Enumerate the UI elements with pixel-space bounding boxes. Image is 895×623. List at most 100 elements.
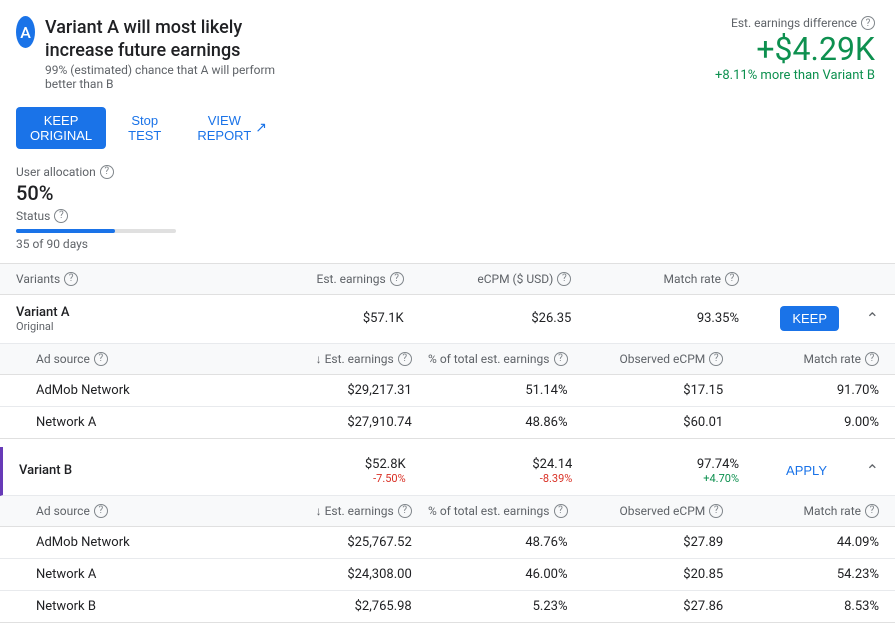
inner-b-est-earnings-help-icon[interactable]: ? (398, 504, 412, 518)
inner-b-observed-ecpm-help-icon[interactable]: ? (709, 504, 723, 518)
inner-a-earnings-1: $27,910.74 (256, 415, 412, 430)
inner-b-earnings-0: $25,767.52 (256, 535, 412, 550)
variants-table: Variants ? Est. earnings ? eCPM ($ USD) … (0, 263, 895, 623)
est-diff-help-icon[interactable]: ? (861, 16, 875, 30)
view-report-label: VIEW REPORT (197, 113, 251, 143)
variant-a-collapse-icon[interactable]: ⌃ (839, 309, 879, 328)
col-header-ecpm: eCPM ($ USD) ? (404, 272, 572, 286)
inner-a-source-0: AdMob Network (36, 383, 256, 398)
est-diff-label: Est. earnings difference ? (715, 16, 875, 30)
variant-a-est-earnings: $57.1K (236, 311, 404, 326)
inner-col-observed-ecpm: Observed eCPM ? (568, 352, 724, 366)
inner-b-source-1: Network A (36, 567, 256, 582)
inner-a-pct-0: 51.14% (412, 383, 568, 398)
inner-b-pct-help-icon[interactable]: ? (554, 504, 568, 518)
est-diff-section: Est. earnings difference ? +$4.29K +8.11… (715, 16, 875, 251)
inner-b-col-est-earnings: ↓ Est. earnings ? (256, 504, 412, 518)
inner-pct-help-icon[interactable]: ? (554, 352, 568, 366)
col-header-expand (839, 272, 879, 286)
inner-a-earnings-0: $29,217.31 (256, 383, 412, 398)
inner-b-earnings-2: $2,765.98 (256, 599, 412, 614)
variant-b-action: APPLY (739, 458, 839, 483)
avatar: A (16, 16, 35, 48)
inner-b-col-observed-ecpm: Observed eCPM ? (568, 504, 724, 518)
est-diff-sub: +8.11% more than Variant B (715, 68, 875, 83)
inner-b-col-ad-source: Ad source ? (36, 504, 256, 518)
col-header-est-earnings: Est. earnings ? (236, 272, 404, 286)
variant-a-inner-row-0: AdMob Network $29,217.31 51.14% $17.15 9… (0, 375, 895, 407)
inner-table-a-header: Ad source ? ↓ Est. earnings ? % of total… (0, 344, 895, 375)
inner-b-ecpm-2: $27.86 (568, 599, 724, 614)
allocation-help-icon[interactable]: ? (100, 165, 114, 179)
inner-b-ecpm-1: $20.85 (568, 567, 724, 582)
est-diff-value: +$4.29K (715, 30, 875, 68)
variant-b-row: Variant B $52.8K -7.50% $24.14 -8.39% 97… (0, 447, 895, 496)
inner-b-pct-1: 46.00% (412, 567, 568, 582)
variant-a-name: Variant A Original (16, 305, 236, 333)
variant-b-est-earnings: $52.8K -7.50% (239, 457, 406, 485)
progress-bar-fill (16, 229, 115, 233)
view-report-button[interactable]: VIEW REPORT ↗ (183, 107, 281, 149)
variant-b-apply-button[interactable]: APPLY (774, 458, 839, 483)
variant-b-inner-row-0: AdMob Network $25,767.52 48.76% $27.89 4… (0, 527, 895, 559)
inner-match-rate-help-icon[interactable]: ? (865, 352, 879, 366)
variant-a-keep-button[interactable]: KEEP (780, 306, 839, 331)
col-header-match-rate: Match rate ? (571, 272, 739, 286)
inner-b-match-2: 8.53% (723, 599, 879, 614)
variants-help-icon[interactable]: ? (64, 272, 78, 286)
inner-col-match-rate: Match rate ? (723, 352, 879, 366)
inner-observed-ecpm-help-icon[interactable]: ? (709, 352, 723, 366)
variant-b-collapse-icon[interactable]: ⌃ (839, 461, 879, 480)
variant-a-match-rate: 93.35% (571, 311, 739, 326)
external-link-icon: ↗ (255, 119, 267, 136)
inner-table-b-header: Ad source ? ↓ Est. earnings ? % of total… (0, 496, 895, 527)
inner-a-pct-1: 48.86% (412, 415, 568, 430)
variant-b-inner-table: Ad source ? ↓ Est. earnings ? % of total… (0, 496, 895, 623)
est-earnings-help-icon[interactable]: ? (390, 272, 404, 286)
inner-col-est-earnings: ↓ Est. earnings ? (256, 352, 412, 366)
progress-bar (16, 229, 176, 233)
inner-b-source-0: AdMob Network (36, 535, 256, 550)
variant-b-inner-row-1: Network A $24,308.00 46.00% $20.85 54.23… (0, 559, 895, 591)
inner-b-match-rate-help-icon[interactable]: ? (865, 504, 879, 518)
allocation-value: 50% (16, 181, 281, 205)
inner-a-match-0: 91.70% (723, 383, 879, 398)
inner-b-pct-2: 5.23% (412, 599, 568, 614)
stop-test-button[interactable]: Stop TEST (114, 107, 175, 149)
table-header-row: Variants ? Est. earnings ? eCPM ($ USD) … (0, 264, 895, 295)
variant-a-action: KEEP (739, 306, 839, 331)
variant-a-inner-row-1: Network A $27,910.74 48.86% $60.01 9.00% (0, 407, 895, 438)
variant-b-inner-row-2: Network B $2,765.98 5.23% $27.86 8.53% (0, 591, 895, 622)
inner-a-match-1: 9.00% (723, 415, 879, 430)
inner-a-ecpm-1: $60.01 (568, 415, 724, 430)
variant-a-ecpm: $26.35 (404, 311, 572, 326)
inner-b-col-pct-total: % of total est. earnings ? (412, 504, 568, 518)
inner-ad-source-help-icon[interactable]: ? (94, 352, 108, 366)
variant-b-match-rate: 97.74% +4.70% (572, 457, 739, 485)
inner-b-ad-source-help-icon[interactable]: ? (94, 504, 108, 518)
status-help-icon[interactable]: ? (54, 209, 68, 223)
status-label: Status ? (16, 209, 68, 223)
inner-b-match-1: 54.23% (723, 567, 879, 582)
col-header-variants: Variants ? (16, 272, 236, 286)
inner-a-ecpm-0: $17.15 (568, 383, 724, 398)
variant-a-inner-table: Ad source ? ↓ Est. earnings ? % of total… (0, 344, 895, 439)
inner-b-pct-0: 48.76% (412, 535, 568, 550)
ecpm-help-icon[interactable]: ? (557, 272, 571, 286)
match-rate-help-icon[interactable]: ? (725, 272, 739, 286)
col-header-action (739, 272, 839, 286)
inner-b-source-2: Network B (36, 599, 256, 614)
allocation-label: User allocation ? (16, 165, 281, 179)
inner-b-earnings-1: $24,308.00 (256, 567, 412, 582)
variant-b-ecpm: $24.14 -8.39% (406, 457, 573, 485)
inner-b-ecpm-0: $27.89 (568, 535, 724, 550)
inner-est-earnings-help-icon[interactable]: ? (398, 352, 412, 366)
keep-original-button[interactable]: KEEP ORIGINAL (16, 107, 106, 149)
inner-b-match-0: 44.09% (723, 535, 879, 550)
page-subtitle: 99% (estimated) chance that A will perfo… (45, 63, 281, 91)
inner-b-col-match-rate: Match rate ? (723, 504, 879, 518)
variant-b-name: Variant B (19, 463, 239, 478)
days-text: 35 of 90 days (16, 237, 281, 251)
inner-col-pct-total: % of total est. earnings ? (412, 352, 568, 366)
inner-col-ad-source: Ad source ? (36, 352, 256, 366)
